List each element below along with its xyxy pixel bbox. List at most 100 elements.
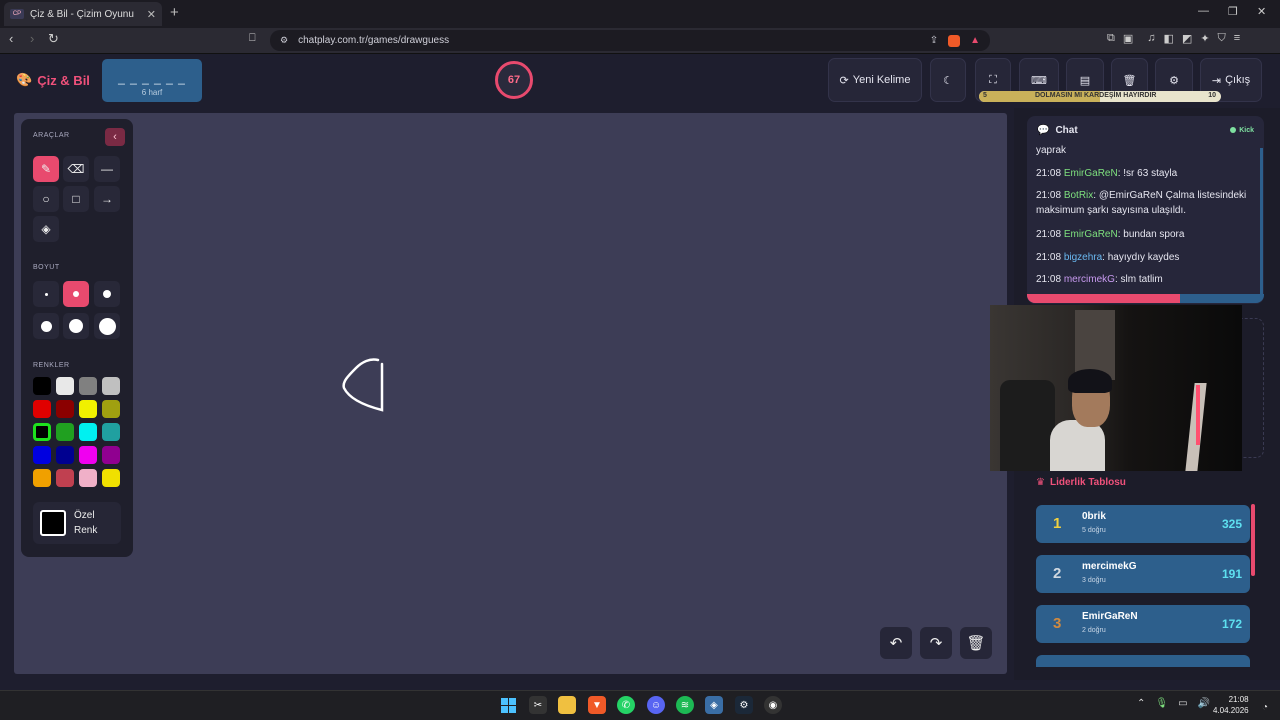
size-button-2[interactable]	[63, 281, 89, 307]
app-icon[interactable]: ◈	[705, 696, 723, 714]
color-swatch[interactable]	[79, 446, 97, 464]
clear-canvas-button[interactable]: 🗑	[960, 627, 992, 659]
size-button-4[interactable]	[33, 313, 59, 339]
pen-tool-button[interactable]: ✎	[33, 156, 59, 182]
redo-button[interactable]: ↷	[920, 627, 952, 659]
music-icon[interactable]: ♫	[1147, 32, 1155, 45]
eraser-tool-button[interactable]: ⌫	[63, 156, 89, 182]
progress-left-number: 5	[983, 92, 987, 99]
back-icon[interactable]: ‹	[9, 31, 13, 46]
color-swatch[interactable]	[102, 377, 120, 395]
obs-icon[interactable]: ◉	[764, 696, 782, 714]
trash-icon: 🗑	[1122, 74, 1137, 87]
reload-icon[interactable]: ↻	[48, 31, 59, 47]
arrow-tool-button[interactable]: →	[94, 186, 120, 212]
start-button-icon[interactable]	[499, 696, 517, 714]
leaderboard-score: 191	[1221, 567, 1242, 581]
size-button-3[interactable]	[94, 281, 120, 307]
leaderboard-scrollbar[interactable]	[1251, 504, 1255, 576]
browser-tab[interactable]: CP Çiz & Bil - Çizim Oyunu ✕	[4, 2, 162, 26]
address-bar[interactable]: ⚙ chatplay.com.tr/games/drawguess ⇪ ▲	[270, 30, 990, 51]
color-swatch[interactable]	[33, 423, 51, 441]
color-swatch[interactable]	[33, 400, 51, 418]
forward-icon[interactable]: ›	[30, 31, 34, 46]
chat-message-user[interactable]: EmirGaReN	[1064, 229, 1118, 240]
restore-icon[interactable]: ❐	[1228, 5, 1238, 18]
brave-shield-icon[interactable]	[948, 34, 961, 47]
drawing-canvas[interactable]	[14, 113, 1007, 674]
system-tray: ⌃ 🎙 ▭ 🔊	[1137, 698, 1210, 709]
chat-message-user[interactable]: bigzehra	[1064, 252, 1102, 263]
taskbar-clock[interactable]: 21:08 4.04.2026	[1213, 694, 1249, 716]
capcut-icon[interactable]: ✂	[529, 696, 547, 714]
network-icon[interactable]: ▭	[1178, 698, 1187, 709]
steam-icon[interactable]: ⚙	[735, 696, 753, 714]
fill-tool-button[interactable]: ◈	[33, 216, 59, 242]
app-logo[interactable]: 🎨 Çiz & Bil	[16, 72, 90, 88]
whatsapp-icon[interactable]: ✆	[617, 696, 635, 714]
chat-message-user[interactable]: EmirGaReN	[1064, 168, 1118, 179]
dark-mode-button[interactable]: ☾	[930, 58, 966, 102]
color-swatch[interactable]	[33, 469, 51, 487]
microphone-icon[interactable]: 🎙	[1155, 698, 1168, 709]
size-button-5[interactable]	[63, 313, 89, 339]
word-mask: _ _ _ _ _ _	[118, 71, 186, 85]
chevron-up-icon[interactable]: ⌃	[1137, 698, 1145, 709]
color-swatch[interactable]	[56, 446, 74, 464]
goal-progress-bar: 5 DOLMASIN MI KARDEŞİM HAYIRDIR 10	[979, 91, 1221, 102]
color-swatch[interactable]	[102, 423, 120, 441]
rectangle-tool-button[interactable]: □	[63, 186, 89, 212]
chat-message-user[interactable]: BotRix	[1064, 190, 1093, 201]
color-swatch[interactable]	[56, 377, 74, 395]
new-word-label: Yeni Kelime	[852, 74, 911, 86]
chat-message-user[interactable]: mercimekG	[1064, 274, 1115, 285]
menu-icon[interactable]: ≡	[1234, 32, 1240, 45]
discord-icon[interactable]: ☺	[647, 696, 665, 714]
color-palette	[33, 377, 123, 489]
new-word-button[interactable]: ⟳ Yeni Kelime	[828, 58, 922, 102]
color-swatch[interactable]	[33, 446, 51, 464]
minimize-icon[interactable]: —	[1198, 5, 1209, 17]
close-tab-icon[interactable]: ✕	[147, 8, 156, 21]
file-explorer-icon[interactable]	[558, 696, 576, 714]
undo-button[interactable]: ↶	[880, 627, 912, 659]
site-info-icon[interactable]: ⚙	[280, 35, 288, 46]
volume-icon[interactable]: 🔊	[1198, 698, 1210, 709]
color-swatch[interactable]	[102, 446, 120, 464]
collapse-panel-button[interactable]: ‹	[105, 128, 125, 146]
notification-icon[interactable]: ◔	[1262, 702, 1268, 713]
logo-text: Çiz & Bil	[37, 72, 90, 88]
wallet-icon[interactable]: ◩	[1182, 32, 1192, 45]
color-swatch[interactable]	[79, 423, 97, 441]
online-dot-icon	[1230, 127, 1237, 133]
bookmark-icon[interactable]: ⎕	[249, 32, 256, 45]
color-swatch[interactable]	[102, 469, 120, 487]
chat-message: 21:08 mercimekG: slm tatlim	[1036, 272, 1258, 287]
custom-color-button[interactable]: Özel Renk	[33, 502, 121, 544]
color-swatch[interactable]	[56, 469, 74, 487]
size-button-1[interactable]	[33, 281, 59, 307]
line-tool-button[interactable]: —	[94, 156, 120, 182]
color-swatch[interactable]	[33, 377, 51, 395]
vpn-icon[interactable]: ⛉	[1218, 32, 1226, 45]
close-window-icon[interactable]: ✕	[1257, 5, 1266, 18]
chat-scrollbar[interactable]	[1260, 148, 1263, 294]
color-swatch[interactable]	[56, 400, 74, 418]
size-button-6[interactable]	[94, 313, 120, 339]
spotify-icon[interactable]: ≋	[676, 696, 694, 714]
color-swatch[interactable]	[102, 400, 120, 418]
new-tab-icon[interactable]: +	[170, 4, 179, 21]
extension-icon[interactable]: ⧉	[1107, 32, 1115, 45]
color-swatch[interactable]	[79, 400, 97, 418]
split-view-icon[interactable]: ◧	[1164, 32, 1174, 45]
brave-rewards-icon[interactable]: ▲	[970, 35, 980, 46]
circle-tool-button[interactable]: ○	[33, 186, 59, 212]
brave-browser-icon[interactable]: ▼	[588, 696, 606, 714]
color-swatch[interactable]	[79, 377, 97, 395]
leo-ai-icon[interactable]: ✦	[1200, 32, 1209, 45]
color-swatch[interactable]	[79, 469, 97, 487]
sidebar-icon[interactable]: ▣	[1123, 32, 1133, 45]
share-icon[interactable]: ⇪	[930, 35, 938, 46]
chevron-left-icon: ‹	[113, 131, 117, 143]
color-swatch[interactable]	[56, 423, 74, 441]
